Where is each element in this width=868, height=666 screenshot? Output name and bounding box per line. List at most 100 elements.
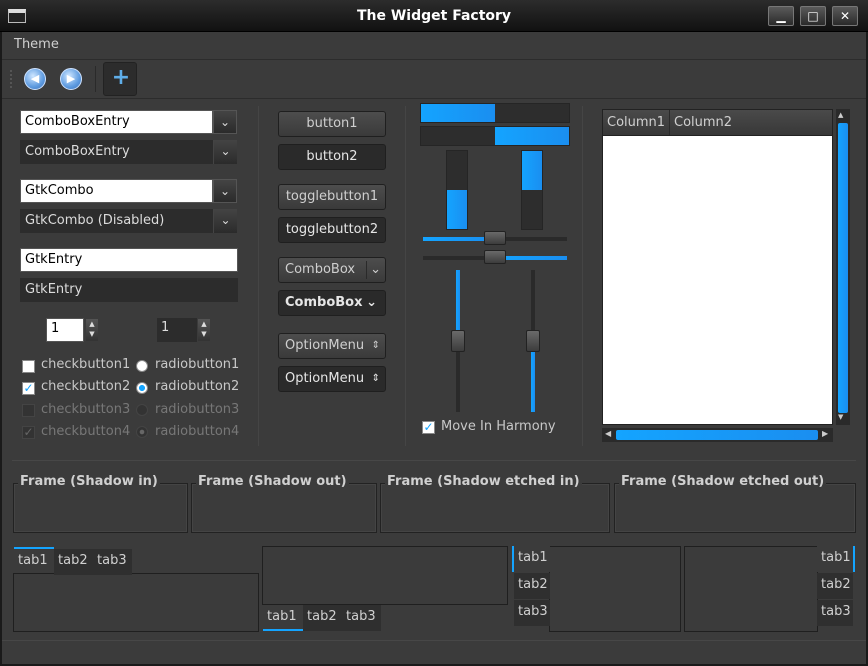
chevron-up-icon: ▲: [201, 320, 207, 328]
checkbox-4-label: checkbutton4: [41, 424, 131, 439]
combo-entry-1[interactable]: ComboBoxEntry: [20, 110, 213, 134]
button-1[interactable]: button1: [278, 111, 386, 137]
combo-entry-1-dropdown[interactable]: ⌄: [213, 110, 237, 134]
spin-button-2-arrows[interactable]: ▲ ▼: [198, 319, 210, 341]
minimize-icon: ▁: [776, 9, 786, 23]
combo-entry-2[interactable]: ComboBoxEntry: [20, 140, 213, 164]
toolbar-separator: [95, 66, 96, 92]
combobox-2[interactable]: ComboBox ⌄: [278, 290, 386, 316]
frame-shadow-etched-out: [614, 483, 856, 533]
chevron-down-icon: ⌄: [370, 262, 381, 277]
tree-hscroll-thumb[interactable]: [616, 430, 818, 440]
radio-1[interactable]: [136, 360, 148, 372]
radio-3: [136, 404, 148, 416]
option-menu-1-label: OptionMenu: [285, 338, 365, 353]
hscale-2-slider[interactable]: [484, 250, 506, 264]
gtk-combo-1-dropdown[interactable]: ⌄: [213, 179, 237, 203]
notebook-bottom-page: [262, 546, 508, 605]
notebook-left-tab-1[interactable]: tab1: [512, 546, 550, 572]
status-separator: [2, 640, 866, 641]
tree-vscrollbar[interactable]: ▲ ▼: [836, 109, 850, 425]
notebook-top-tab-2[interactable]: tab2: [54, 549, 93, 575]
notebook-top-tab-1[interactable]: tab1: [14, 547, 54, 573]
minimize-button[interactable]: ▁: [768, 6, 794, 26]
button-2[interactable]: button2: [278, 144, 386, 170]
combobox-2-label: ComboBox: [285, 295, 363, 310]
notebook-left-page: [549, 546, 681, 632]
combo-entry-2-dropdown[interactable]: ⌄: [213, 140, 237, 164]
spin-button-1-arrows[interactable]: ▲ ▼: [86, 319, 98, 341]
gtk-entry-1[interactable]: GtkEntry: [20, 248, 238, 272]
tree-header: Column1 Column2: [603, 110, 832, 136]
notebook-top-tab-3[interactable]: tab3: [93, 549, 132, 575]
scroll-down-icon[interactable]: ▼: [838, 413, 843, 421]
notebook-left-tab-3[interactable]: tab3: [514, 600, 550, 626]
gtk-combo-1[interactable]: GtkCombo: [20, 179, 213, 203]
checkbox-2[interactable]: ✓: [22, 382, 35, 395]
notebook-left-tab-2[interactable]: tab2: [514, 573, 550, 599]
hscale-2[interactable]: [423, 250, 567, 264]
chevron-down-icon: ⌄: [220, 213, 231, 227]
progress-bar-h1-fill: [421, 104, 495, 122]
progress-bar-v2: [521, 150, 543, 230]
toggle-button-1[interactable]: togglebutton1: [278, 184, 386, 210]
checkbox-1-label: checkbutton1: [41, 357, 131, 372]
frame-shadow-etched-in-label: Frame (Shadow etched in): [385, 474, 582, 489]
chevron-down-icon: ⌄: [219, 115, 231, 129]
frame-shadow-in-label: Frame (Shadow in): [18, 474, 160, 489]
option-menu-1[interactable]: OptionMenu ⇕: [278, 333, 386, 359]
toolbar-grip[interactable]: [10, 70, 13, 88]
window-client: Theme ◀ ▶ + ComboBoxEntry ⌄ ComboBoxEntr…: [2, 32, 866, 664]
tree-vscroll-thumb[interactable]: [838, 123, 848, 413]
checkbox-3: [22, 404, 35, 417]
notebook-right-tab-3[interactable]: tab3: [817, 600, 853, 626]
scroll-left-icon[interactable]: ◀: [605, 429, 611, 438]
close-button[interactable]: ✕: [832, 6, 858, 26]
checkmark-icon: ✓: [23, 425, 34, 439]
vscale-1-slider[interactable]: [451, 330, 465, 352]
scroll-right-icon[interactable]: ▶: [822, 429, 828, 438]
checkbox-2-label: checkbutton2: [41, 379, 131, 394]
spin-button-1[interactable]: 1: [46, 318, 84, 342]
hscale-1[interactable]: [423, 231, 567, 245]
notebook-bottom-tab-3[interactable]: tab3: [342, 605, 381, 631]
spin-button-2[interactable]: 1: [157, 318, 197, 342]
column-header-2[interactable]: Column2: [674, 115, 732, 130]
toggle-button-2[interactable]: togglebutton2: [278, 217, 386, 243]
notebook-right-tab-2[interactable]: tab2: [817, 573, 853, 599]
add-icon: +: [111, 65, 131, 90]
frame-shadow-out-label: Frame (Shadow out): [196, 474, 349, 489]
progress-bar-h1: [420, 103, 570, 123]
up-down-arrows-icon: ⇕: [371, 373, 380, 384]
tree-view[interactable]: Column1 Column2: [602, 109, 833, 425]
vscale-2[interactable]: [526, 270, 540, 412]
notebook-bottom-tab-2[interactable]: tab2: [303, 605, 342, 631]
gtk-entry-2[interactable]: GtkEntry: [20, 278, 238, 302]
checkbox-4: ✓: [22, 426, 35, 439]
chevron-down-icon: ⌄: [219, 184, 231, 198]
chevron-up-icon: ▲: [89, 320, 95, 328]
chevron-down-icon: ▼: [89, 330, 95, 338]
checkbox-1[interactable]: [22, 360, 35, 373]
move-in-harmony-label: Move In Harmony: [441, 419, 556, 434]
toolbar-divider: [2, 98, 866, 99]
hscale-1-slider[interactable]: [484, 231, 506, 245]
vscale-2-slider[interactable]: [526, 330, 540, 352]
option-menu-2[interactable]: OptionMenu ⇕: [278, 366, 386, 392]
combobox-1[interactable]: ComboBox ⌄: [278, 257, 386, 283]
tree-hscrollbar[interactable]: ◀ ▶: [602, 428, 833, 442]
radio-2[interactable]: [136, 382, 148, 394]
back-button[interactable]: ◀: [20, 63, 50, 95]
add-button[interactable]: +: [103, 62, 137, 96]
maximize-button[interactable]: □: [800, 6, 826, 26]
maximize-icon: □: [807, 9, 819, 23]
menu-theme[interactable]: Theme: [14, 37, 59, 52]
scroll-up-icon[interactable]: ▲: [838, 111, 843, 119]
move-in-harmony-checkbox[interactable]: ✓: [422, 421, 435, 434]
combobox-1-divider: [366, 261, 367, 279]
forward-button[interactable]: ▶: [56, 63, 86, 95]
vscale-1[interactable]: [451, 270, 465, 412]
notebook-right-tab-1[interactable]: tab1: [817, 546, 855, 572]
notebook-bottom-tab-1[interactable]: tab1: [263, 605, 303, 631]
column-header-1[interactable]: Column1: [607, 115, 665, 130]
